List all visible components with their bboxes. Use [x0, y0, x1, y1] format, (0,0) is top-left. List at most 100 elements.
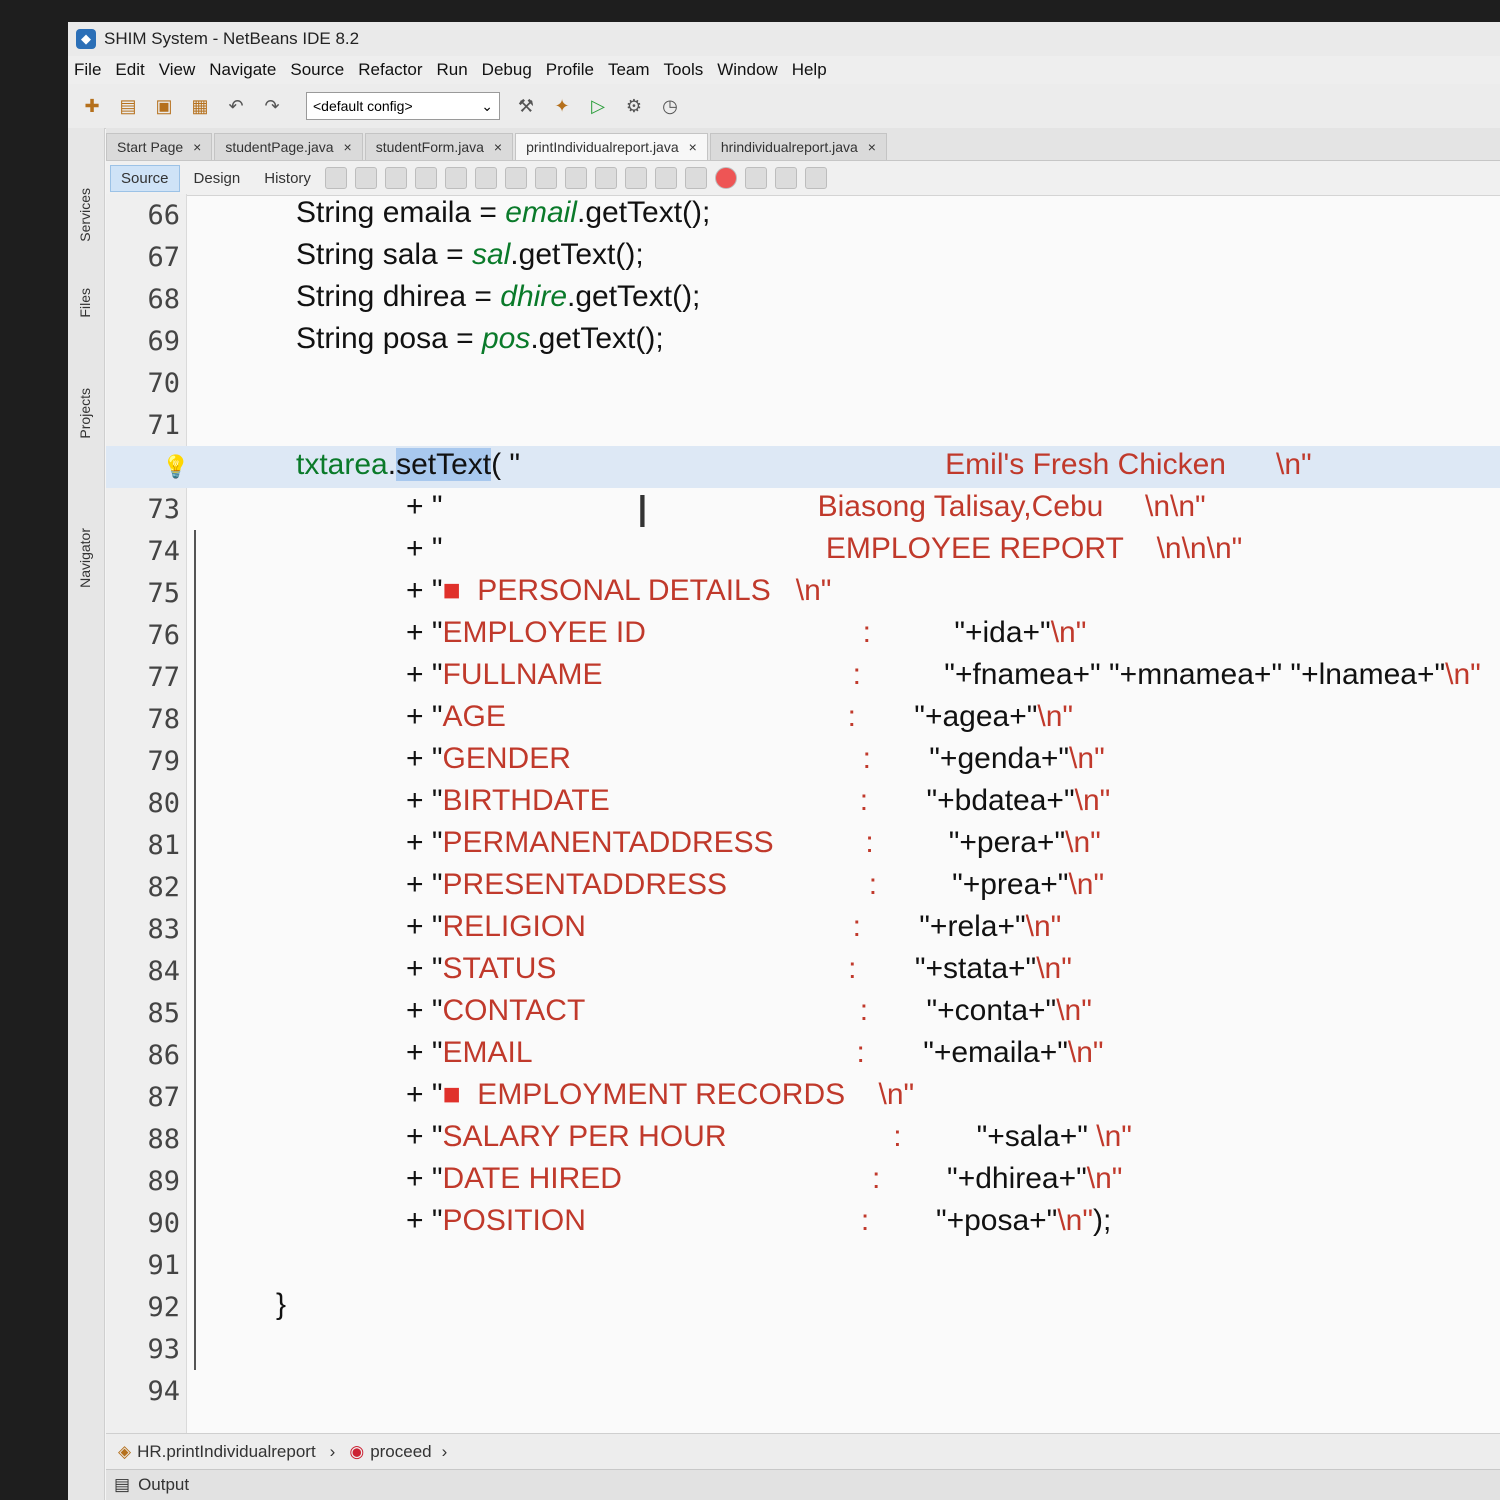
toggle-selection-icon[interactable]	[534, 167, 557, 189]
code-line[interactable]: 78 + "AGE : "+agea+"\n"	[106, 698, 1500, 740]
run-icon[interactable]: ▷	[584, 92, 612, 120]
code-line[interactable]: 84 + "STATUS : "+stata+"\n"	[106, 950, 1500, 992]
toggle-highlight-icon[interactable]	[504, 167, 527, 189]
code-line[interactable]: 77 + "FULLNAME : "+fnamea+" "+mnamea+" "+…	[106, 656, 1500, 698]
tab-student-page[interactable]: studentPage.java ×	[214, 133, 363, 160]
menu-debug[interactable]: Debug	[482, 60, 532, 80]
code-line[interactable]: 74 + " EMPLOYEE REPORT \n\n\n"	[106, 530, 1500, 572]
undo-icon[interactable]: ↶	[222, 92, 250, 120]
last-edit-icon[interactable]	[324, 167, 347, 189]
menu-profile[interactable]: Profile	[546, 60, 594, 80]
find-icon[interactable]	[414, 167, 437, 189]
menu-refactor[interactable]: Refactor	[358, 60, 422, 80]
close-icon[interactable]: ×	[193, 139, 201, 155]
code-line[interactable]: 79 + "GENDER : "+genda+"\n"	[106, 740, 1500, 782]
close-icon[interactable]: ×	[494, 139, 502, 155]
code-line[interactable]: 85 + "CONTACT : "+conta+"\n"	[106, 992, 1500, 1034]
clean-build-icon[interactable]: ✦	[548, 92, 576, 120]
find-previous-icon[interactable]	[444, 167, 467, 189]
code-token: \n"	[1065, 826, 1101, 859]
next-bookmark-icon[interactable]	[594, 167, 617, 189]
forward-icon[interactable]	[384, 167, 407, 189]
code-line[interactable]: 73 + " Biasong Talisay,Cebu \n\n"	[106, 488, 1500, 530]
uncomment-icon[interactable]	[804, 167, 827, 189]
code-token: \n"	[1074, 784, 1111, 817]
code-line[interactable]: 90 + "POSITION : "+posa+"\n");	[106, 1202, 1500, 1244]
code-line[interactable]: 70	[106, 362, 1500, 404]
toggle-bookmark-icon[interactable]	[624, 167, 647, 189]
code-line[interactable]: 71	[106, 404, 1500, 446]
open-project-icon[interactable]: ▣	[150, 92, 178, 120]
save-all-icon[interactable]: ▦	[186, 92, 214, 120]
code-line[interactable]: 87 + "■ EMPLOYMENT RECORDS \n"	[106, 1076, 1500, 1118]
subtab-design[interactable]: Design	[184, 166, 251, 191]
code-line[interactable]: 92}	[106, 1286, 1500, 1328]
previous-bookmark-icon[interactable]	[564, 167, 587, 189]
profile-icon[interactable]: ◷	[656, 92, 684, 120]
code-line[interactable]: 75 + "■ PERSONAL DETAILS \n"	[106, 572, 1500, 614]
code-line[interactable]: 💡 txtarea.setText( " Emil's Fresh Chicken…	[106, 446, 1500, 488]
breadcrumb-method[interactable]: proceed	[370, 1442, 431, 1462]
code-editor[interactable]: 66 String emaila = email.getText(); 67 Stri…	[106, 194, 1500, 1484]
close-icon[interactable]: ×	[344, 139, 352, 155]
code-token: + "	[406, 658, 443, 691]
code-line[interactable]: 82 + "PRESENTADDRESS : "+prea+"\n"	[106, 866, 1500, 908]
redo-icon[interactable]: ↷	[258, 92, 286, 120]
subtab-history[interactable]: History	[254, 166, 321, 191]
code-line[interactable]: 76 + "EMPLOYEE ID : "+ida+"\n"	[106, 614, 1500, 656]
shift-left-icon[interactable]	[654, 167, 677, 189]
tab-label: printIndividualreport.java	[526, 139, 679, 155]
subtab-source[interactable]: Source	[110, 164, 180, 192]
shift-right-icon[interactable]	[684, 167, 707, 189]
code-line[interactable]: 93	[106, 1328, 1500, 1370]
tab-student-form[interactable]: studentForm.java ×	[364, 133, 514, 160]
code-line[interactable]: 66 String emaila = email.getText();	[106, 194, 1500, 236]
config-select[interactable]: <default config> ⌄	[306, 92, 500, 120]
menu-window[interactable]: Window	[717, 60, 777, 80]
code-line[interactable]: 81 + "PERMANENTADDRESS : "+pera+"\n"	[106, 824, 1500, 866]
close-icon[interactable]: ×	[689, 139, 697, 155]
code-line[interactable]: 89 + "DATE HIRED : "+dhirea+"\n"	[106, 1160, 1500, 1202]
menu-help[interactable]: Help	[792, 60, 827, 80]
menu-view[interactable]: View	[159, 60, 196, 80]
code-token: + "	[406, 910, 443, 943]
close-icon[interactable]: ×	[868, 139, 876, 155]
tab-label: studentPage.java	[225, 139, 334, 155]
menu-team[interactable]: Team	[608, 60, 650, 80]
lightbulb-hint-icon[interactable]: 💡	[162, 454, 189, 480]
debug-icon[interactable]: ⚙	[620, 92, 648, 120]
back-icon[interactable]	[354, 167, 377, 189]
breadcrumb-class[interactable]: HR.printIndividualreport	[137, 1442, 316, 1462]
menu-run[interactable]: Run	[436, 60, 467, 80]
menu-edit[interactable]: Edit	[115, 60, 144, 80]
tab-print-individual-report[interactable]: printIndividualreport.java ×	[515, 133, 708, 160]
side-tab-navigator[interactable]: Navigator	[77, 528, 93, 588]
menu-navigate[interactable]: Navigate	[209, 60, 276, 80]
menu-file[interactable]: File	[74, 60, 101, 80]
side-tab-files[interactable]: Files	[77, 288, 93, 318]
code-line[interactable]: 91	[106, 1244, 1500, 1286]
code-line[interactable]: 67 String sala = sal.getText();	[106, 236, 1500, 278]
output-panel-tab[interactable]: ▤ Output	[106, 1469, 1500, 1500]
build-icon[interactable]: ⚒	[512, 92, 540, 120]
code-token: AGE :	[442, 700, 915, 733]
stop-macro-icon[interactable]	[744, 167, 767, 189]
code-line[interactable]: 68 String dhirea = dhire.getText();	[106, 278, 1500, 320]
new-project-icon[interactable]: ✚	[78, 92, 106, 120]
side-tab-services[interactable]: Services	[77, 188, 93, 242]
tab-hr-individual-report[interactable]: hrindividualreport.java ×	[709, 133, 887, 160]
comment-icon[interactable]	[774, 167, 797, 189]
code-line[interactable]: 69 String posa = pos.getText();	[106, 320, 1500, 362]
side-tab-projects[interactable]: Projects	[77, 388, 93, 439]
code-line[interactable]: 83 + "RELIGION : "+rela+"\n"	[106, 908, 1500, 950]
find-next-icon[interactable]	[474, 167, 497, 189]
menu-source[interactable]: Source	[290, 60, 344, 80]
code-line[interactable]: 80 + "BIRTHDATE : "+bdatea+"\n"	[106, 782, 1500, 824]
menu-tools[interactable]: Tools	[664, 60, 704, 80]
start-macro-icon[interactable]	[714, 167, 737, 189]
code-line[interactable]: 86 + "EMAIL : "+emaila+"\n"	[106, 1034, 1500, 1076]
code-line[interactable]: 88 + "SALARY PER HOUR : "+sala+" \n"	[106, 1118, 1500, 1160]
new-file-icon[interactable]: ▤	[114, 92, 142, 120]
tab-start-page[interactable]: Start Page ×	[106, 133, 213, 160]
code-line[interactable]: 94	[106, 1370, 1500, 1412]
